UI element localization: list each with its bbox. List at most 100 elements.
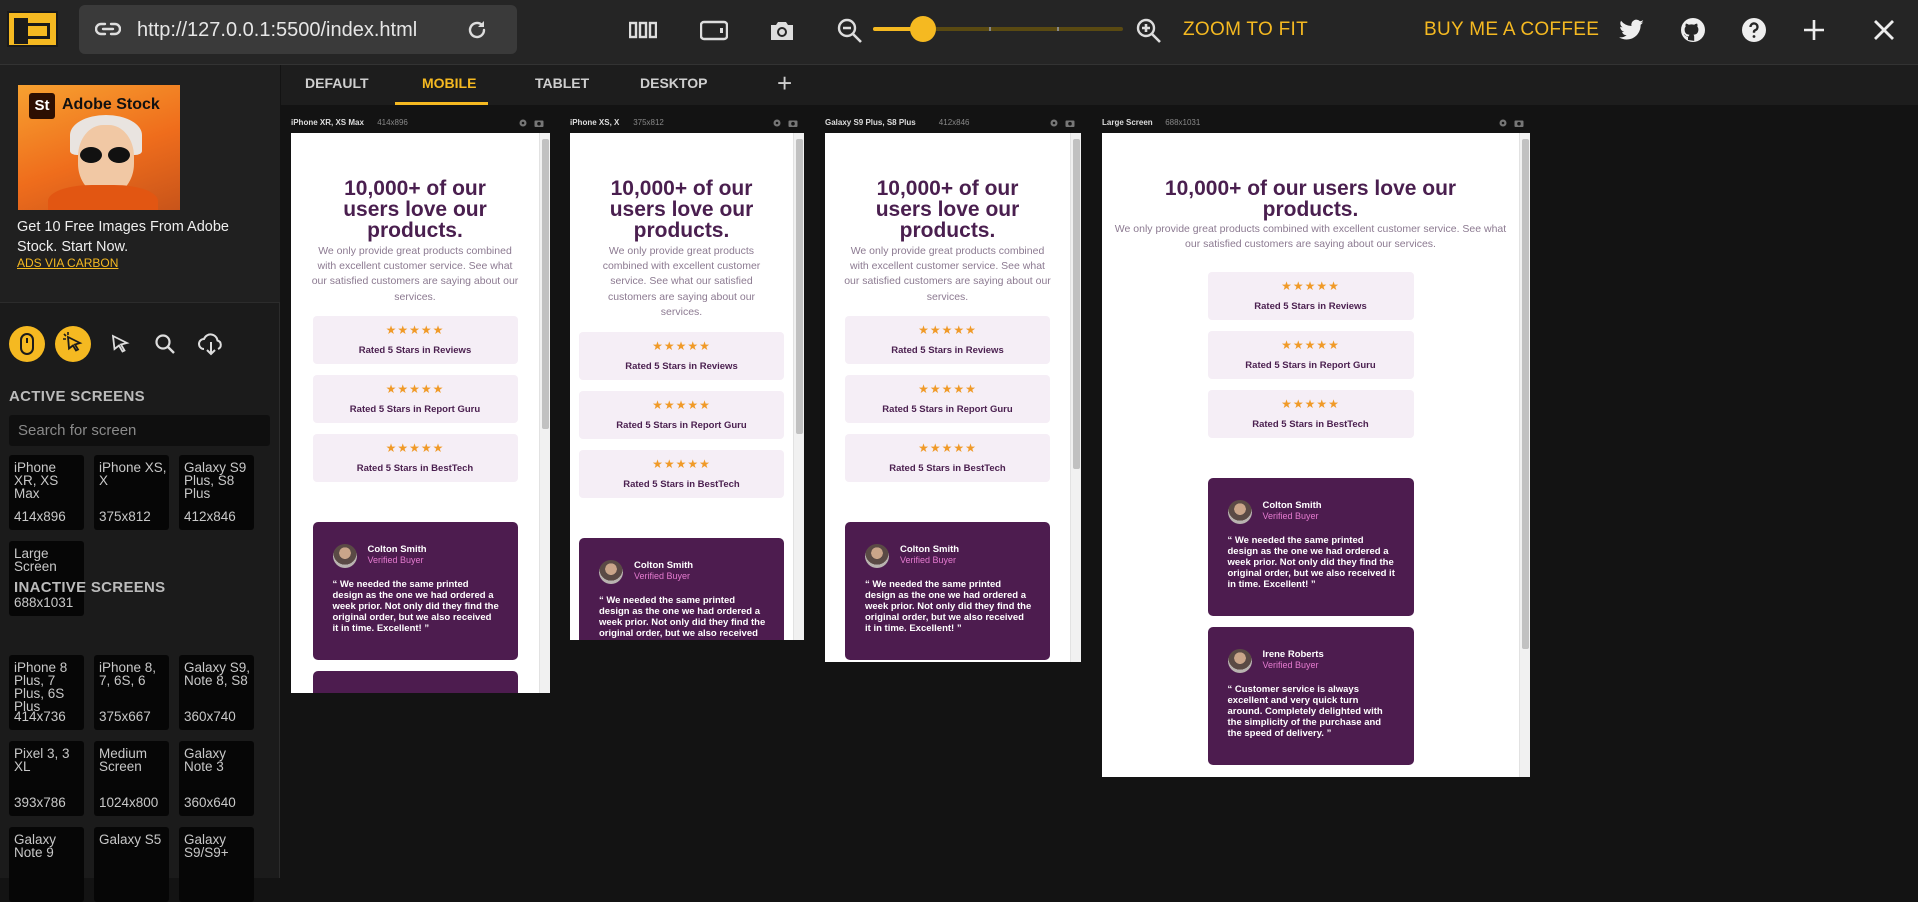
screenshot-icon[interactable] xyxy=(788,118,798,128)
review-quote: “ Customer service is always excellent a… xyxy=(1227,684,1383,739)
close-icon[interactable] xyxy=(1870,17,1898,43)
add-icon[interactable] xyxy=(1800,17,1828,43)
inspect-toggle[interactable] xyxy=(101,326,137,362)
inactive-screen-card[interactable]: Galaxy S9/S9+ xyxy=(179,827,254,902)
zoom-tick xyxy=(989,27,991,31)
buy-coffee-link[interactable]: BUY ME A COFFEE xyxy=(1424,19,1599,41)
link-icon xyxy=(95,22,121,36)
rating-card: ★★★★★ Rated 5 Stars in BestTech xyxy=(312,434,518,482)
device-frame[interactable]: 10,000+ of our users love our products. W… xyxy=(825,133,1081,662)
tab-tablet[interactable]: TABLET xyxy=(535,75,589,91)
rating-stars: ★★★★★ xyxy=(1281,279,1340,293)
section-heading: 10,000+ of our users love our products. xyxy=(875,177,1020,242)
rating-label: Rated 5 Stars in Report Guru xyxy=(882,404,1013,415)
inactive-screen-card[interactable]: iPhone 8, 7, 6S, 6 375x667 xyxy=(94,655,169,730)
scrollbar[interactable] xyxy=(1070,133,1081,662)
download-toggle[interactable] xyxy=(193,326,229,362)
rating-card: ★★★★★ Rated 5 Stars in BestTech xyxy=(579,450,784,498)
ad-image-glasses xyxy=(108,147,130,163)
add-tab-button[interactable]: + xyxy=(777,70,792,96)
screen-search-input[interactable] xyxy=(9,415,270,446)
inactive-screen-card[interactable]: Medium Screen 1024x800 xyxy=(94,741,169,816)
zoom-to-fit-button[interactable]: ZOOM TO FIT xyxy=(1183,19,1308,41)
reload-icon[interactable] xyxy=(465,18,489,42)
rating-label: Rated 5 Stars in BestTech xyxy=(889,463,1006,474)
scrollbar[interactable] xyxy=(539,133,550,693)
sidebar: St Adobe Stock Get 10 Free Images From A… xyxy=(0,65,280,902)
scrollbar-thumb[interactable] xyxy=(1522,139,1529,649)
rating-card: ★★★★★ Rated 5 Stars in Reviews xyxy=(1207,272,1414,320)
reviewer-avatar xyxy=(1227,649,1252,673)
review-card: Colton Smith Verified Buyer “ We needed th… xyxy=(579,538,784,640)
cursor-click-icon xyxy=(63,332,83,352)
active-screen-card[interactable]: iPhone XS, X 375x812 xyxy=(94,455,169,530)
github-icon[interactable] xyxy=(1679,17,1707,43)
camera-icon[interactable] xyxy=(768,17,796,43)
device-header: iPhone XR, XS Max 414x896 xyxy=(291,118,550,132)
rotate-screen-icon[interactable] xyxy=(700,17,728,43)
ad-text[interactable]: Get 10 Free Images From Adobe Stock. Sta… xyxy=(17,217,267,257)
zoom-in-icon[interactable] xyxy=(1135,17,1163,43)
search-toggle[interactable] xyxy=(147,326,183,362)
tab-desktop[interactable]: DESKTOP xyxy=(640,75,707,91)
twitter-icon[interactable] xyxy=(1618,17,1646,43)
scrollbar-thumb[interactable] xyxy=(542,139,549,429)
device-label: Large Screen xyxy=(1102,118,1153,127)
tab-mobile[interactable]: MOBILE xyxy=(422,75,476,91)
app-logo[interactable] xyxy=(7,11,58,47)
section-heading: 10,000+ of our users love our products. xyxy=(343,177,487,242)
inactive-screen-card[interactable]: Galaxy S9, Note 8, S8 360x740 xyxy=(179,655,254,730)
scrollbar[interactable] xyxy=(793,133,804,640)
ad-link[interactable]: ADS VIA CARBON xyxy=(17,256,118,270)
zoom-slider[interactable] xyxy=(873,16,1123,42)
screen-dims: 375x812 xyxy=(99,509,151,524)
help-icon[interactable] xyxy=(1740,17,1768,43)
gear-icon[interactable] xyxy=(1049,118,1059,128)
ad-image-glasses xyxy=(80,147,102,163)
inactive-screen-card[interactable]: Galaxy S5 xyxy=(94,827,169,902)
device-frame[interactable]: 10,000+ of our users love our products. W… xyxy=(1102,133,1530,777)
gear-icon[interactable] xyxy=(518,118,528,128)
screenshot-icon[interactable] xyxy=(534,118,544,128)
inactive-screen-card[interactable]: iPhone 8 Plus, 7 Plus, 6S Plus 414x736 xyxy=(9,655,84,730)
tab-default[interactable]: DEFAULT xyxy=(305,75,369,91)
screen-name: Galaxy S5 xyxy=(99,832,162,847)
ad-image-body xyxy=(48,185,158,210)
device-frame[interactable]: 10,000+ of our users love our products. W… xyxy=(291,133,550,693)
rating-stars: ★★★★★ xyxy=(918,441,977,455)
inactive-screen-card[interactable]: Galaxy Note 9 xyxy=(9,827,84,902)
gear-icon[interactable] xyxy=(1498,118,1508,128)
zoom-out-icon[interactable] xyxy=(836,17,864,43)
gear-icon[interactable] xyxy=(772,118,782,128)
review-card: Colton Smith Verified Buyer “ We needed th… xyxy=(312,522,518,660)
device-frame[interactable]: 10,000+ of our users love our products. W… xyxy=(570,133,804,640)
reviewer-name: Colton Smith xyxy=(900,544,960,555)
screenshot-icon[interactable] xyxy=(1514,118,1524,128)
screenshot-icon[interactable] xyxy=(1065,118,1075,128)
scrollbar[interactable] xyxy=(1519,133,1530,777)
active-screen-card[interactable]: iPhone XR, XS Max 414x896 xyxy=(9,455,84,530)
reviewer-avatar xyxy=(332,544,357,568)
device-dims: 375x812 xyxy=(633,118,664,127)
url-text[interactable]: http://127.0.0.1:5500/index.html xyxy=(137,19,417,42)
verified-badge: Verified Buyer xyxy=(367,555,424,565)
url-bar[interactable]: http://127.0.0.1:5500/index.html xyxy=(79,5,517,54)
rating-card: ★★★★★ Rated 5 Stars in Reviews xyxy=(579,332,784,380)
mouse-scroll-toggle[interactable] xyxy=(9,326,45,362)
scrollbar-thumb[interactable] xyxy=(796,139,803,434)
scrollbar-thumb[interactable] xyxy=(1073,139,1080,469)
inactive-screen-card[interactable]: Galaxy Note 3 360x640 xyxy=(179,741,254,816)
zoom-slider-knob[interactable] xyxy=(910,16,936,42)
active-screen-card[interactable]: Galaxy S9 Plus, S8 Plus 412x846 xyxy=(179,455,254,530)
screen-name: Medium Screen xyxy=(99,746,148,774)
reviewer-avatar xyxy=(599,560,623,584)
columns-icon[interactable] xyxy=(629,17,657,43)
ad-image[interactable]: St Adobe Stock xyxy=(18,85,180,210)
device-header: iPhone XS, X 375x812 xyxy=(570,118,804,132)
rating-card: ★★★★★ Rated 5 Stars in BestTech xyxy=(1207,390,1414,438)
rating-label: Rated 5 Stars in BestTech xyxy=(623,479,740,490)
inactive-screen-card[interactable]: Pixel 3, 3 XL 393x786 xyxy=(9,741,84,816)
ad-panel: St Adobe Stock Get 10 Free Images From A… xyxy=(0,65,280,303)
click-sync-toggle[interactable] xyxy=(55,326,91,362)
reviewer-name: Colton Smith xyxy=(634,560,694,571)
